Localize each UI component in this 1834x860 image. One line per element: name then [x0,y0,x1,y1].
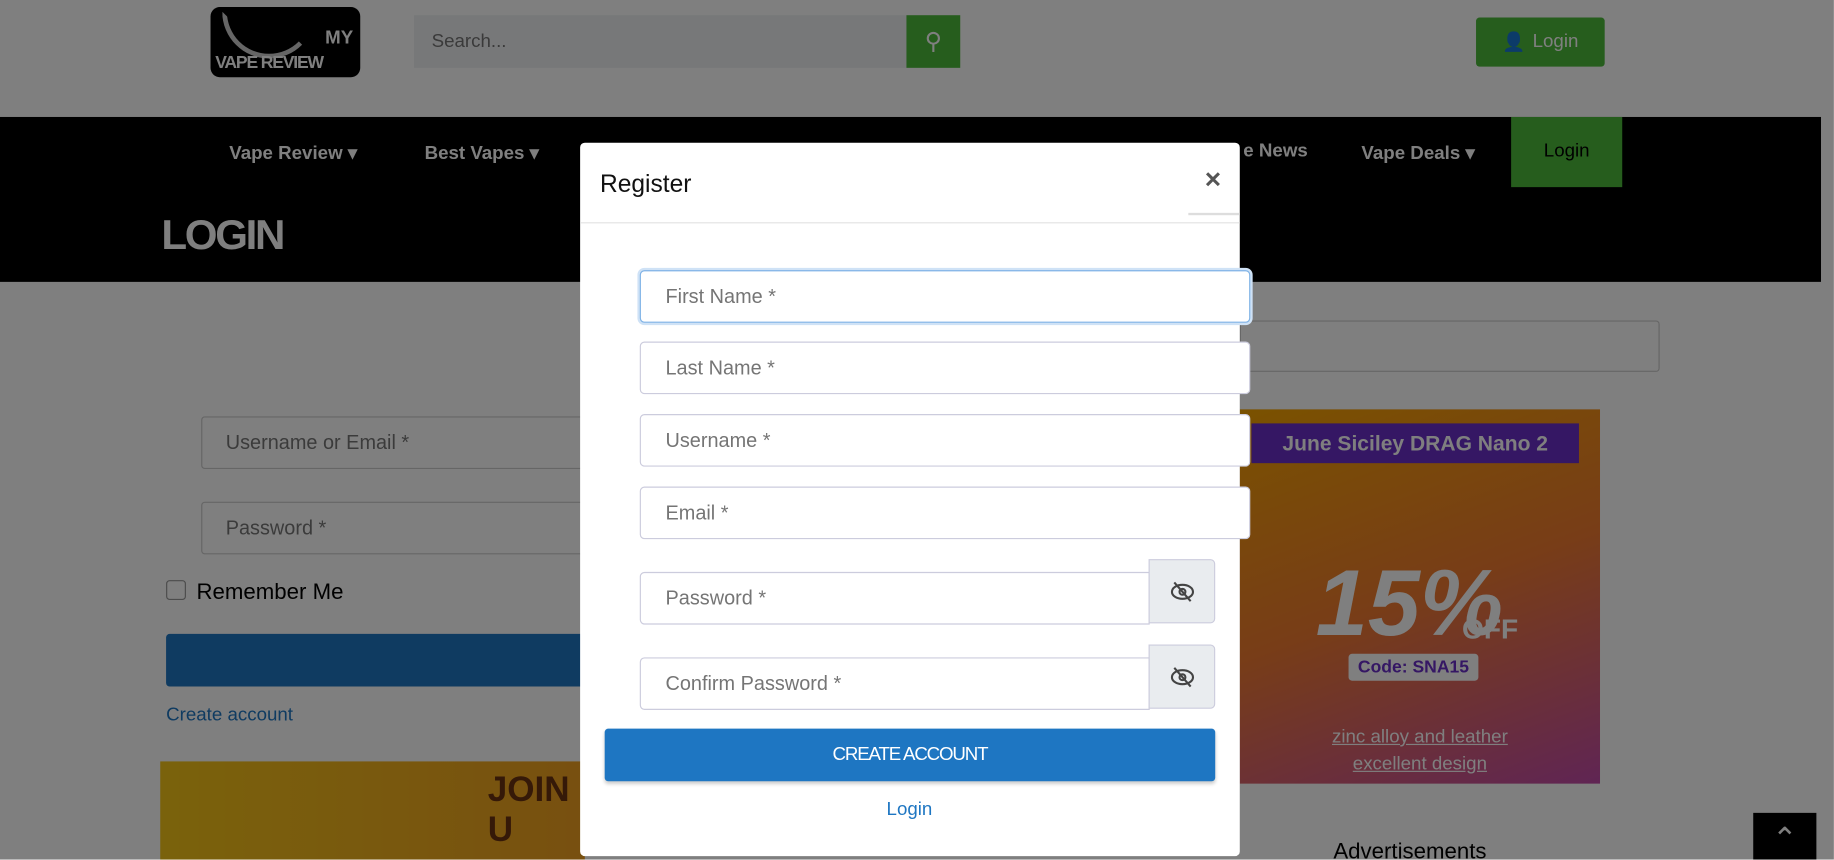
toggle-password-visibility[interactable] [1148,559,1216,624]
divider [580,222,1240,224]
eye-slash-icon [1170,581,1194,602]
create-account-button[interactable]: CREATE ACCOUNT [604,728,1216,782]
email-field[interactable] [639,486,1251,540]
first-name-field[interactable] [639,270,1251,323]
confirm-password-field[interactable] [639,657,1150,710]
last-name-field[interactable] [639,341,1251,395]
password-field[interactable] [639,571,1150,625]
toggle-confirm-password-visibility[interactable] [1148,644,1216,709]
login-link[interactable]: Login [887,800,933,821]
close-icon[interactable]: × [1205,164,1221,197]
eye-slash-icon [1170,666,1194,687]
register-modal: Register × CREATE ACCOUNT Login [580,142,1251,857]
modal-title: Register [600,170,692,198]
username-field[interactable] [639,414,1251,467]
